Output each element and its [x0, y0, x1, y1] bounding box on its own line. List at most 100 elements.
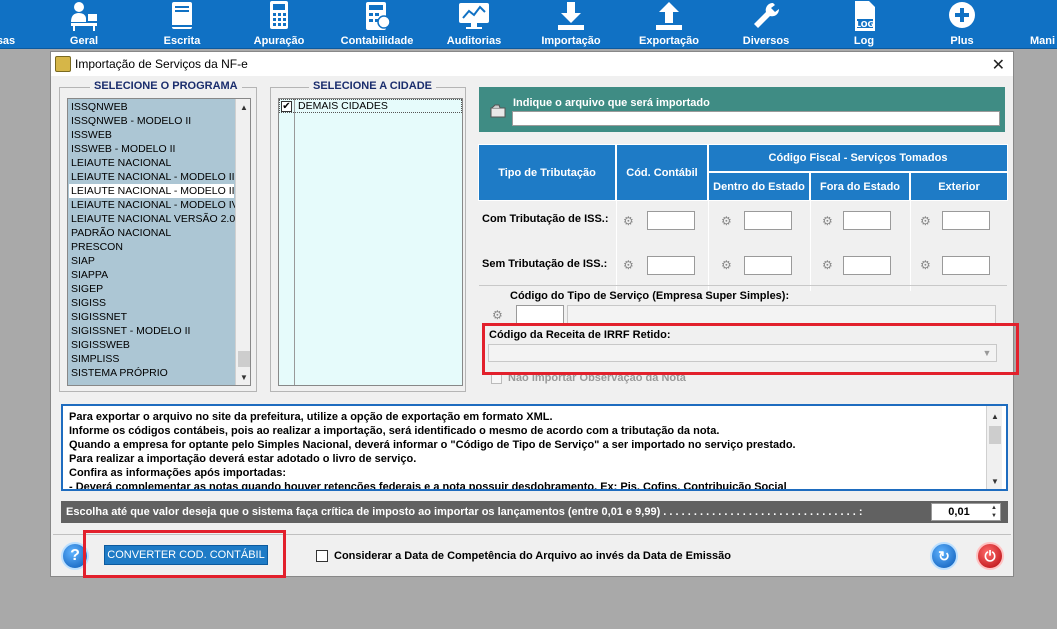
toolbar-item-diversos[interactable]: Diversos: [737, 0, 795, 49]
download-icon: [554, 0, 588, 32]
sem-fora-input[interactable]: [843, 256, 891, 275]
program-list-item[interactable]: LEIAUTE NACIONAL - MODELO III: [69, 184, 237, 198]
col-contabil: Cód. Contábil: [616, 144, 708, 201]
toolbar-item-geral[interactable]: Geral: [60, 0, 108, 49]
program-group-label: SELECIONE O PROGRAMA: [90, 80, 242, 92]
toolbar-item-partial-left[interactable]: sas: [0, 0, 20, 49]
toolbar-item-contabilidade[interactable]: Contabilidade: [338, 0, 416, 49]
program-list-item[interactable]: SIGISSNET - MODELO II: [69, 324, 234, 338]
program-list-item[interactable]: SISTEMA PRÓPRIO: [69, 366, 234, 380]
servico-code-input[interactable]: [516, 305, 564, 324]
lookup-icon[interactable]: ⚙: [920, 258, 936, 272]
program-list-item[interactable]: SIAPPA: [69, 268, 234, 282]
toolbar-item-auditorias[interactable]: Auditorias: [442, 0, 506, 49]
com-exterior-input[interactable]: [942, 211, 990, 230]
upload-icon: [652, 0, 686, 32]
toolbar-item-log[interactable]: LOG Log: [840, 0, 888, 49]
scroll-down-icon[interactable]: ▼: [987, 473, 1003, 489]
app-icon: [55, 56, 71, 72]
spinner-icon[interactable]: ▲ ▼: [988, 504, 1000, 520]
program-list-item[interactable]: PRESCON: [69, 240, 234, 254]
toolbar-item-exportacao[interactable]: Exportação: [634, 0, 704, 49]
lookup-icon[interactable]: ⚙: [920, 214, 936, 228]
scroll-thumb[interactable]: [989, 426, 1001, 444]
program-list-item[interactable]: LEIAUTE NACIONAL: [69, 156, 234, 170]
lookup-icon[interactable]: ⚙: [721, 214, 737, 228]
com-contabil-input[interactable]: [647, 211, 695, 230]
toolbar-item-apuracao[interactable]: Apuração: [250, 0, 308, 49]
city-item[interactable]: ✔ DEMAIS CIDADES: [279, 99, 462, 113]
lookup-icon[interactable]: ⚙: [822, 214, 838, 228]
scroll-up-icon[interactable]: ▲: [236, 99, 250, 115]
servico-desc-input: [567, 305, 996, 324]
toolbar-item-escrita[interactable]: Escrita: [158, 0, 206, 49]
accounting-calc-icon: [360, 0, 394, 32]
toolbar-item-importacao[interactable]: Importação: [536, 0, 606, 49]
toolbar-item-plus[interactable]: Plus: [938, 0, 986, 49]
main-toolbar: sas Geral Escrita Apuração Contabilidade…: [0, 0, 1057, 49]
program-list-item[interactable]: LEIAUTE NACIONAL - MODELO II: [69, 170, 235, 184]
program-list[interactable]: ISSQNWEB ISSQNWEB - MODELO II ISSWEB ISSWEB…: [67, 98, 251, 386]
program-list-item[interactable]: ISSWEB - MODELO II: [69, 142, 234, 156]
file-label: Indique o arquivo que será importado: [513, 97, 710, 109]
highlight-irrf: [482, 323, 1019, 375]
city-checkbox[interactable]: ✔: [281, 100, 292, 112]
city-list[interactable]: ✔ DEMAIS CIDADES: [278, 98, 463, 386]
lookup-icon[interactable]: ⚙: [822, 258, 838, 272]
lookup-icon[interactable]: ⚙: [721, 258, 737, 272]
program-list-item[interactable]: SIMPLISS: [69, 352, 234, 366]
program-list-item[interactable]: SIGISSWEB: [69, 338, 234, 352]
program-list-scrollbar[interactable]: ▲ ▼: [235, 99, 250, 385]
servico-label: Código do Tipo de Serviço (Empresa Super…: [510, 290, 790, 302]
scroll-thumb[interactable]: [238, 351, 250, 367]
sem-dentro-input[interactable]: [744, 256, 792, 275]
col-fora: Fora do Estado: [810, 172, 910, 201]
info-box: Para exportar o arquivo no site da prefe…: [61, 404, 1008, 491]
com-fora-input[interactable]: [843, 211, 891, 230]
folder-icon[interactable]: [490, 104, 506, 118]
close-icon[interactable]: ✕: [992, 55, 1005, 75]
sem-contabil-input[interactable]: [647, 256, 695, 275]
col-tributacao: Tipo de Tributação: [478, 144, 616, 201]
program-list-item[interactable]: LEIAUTE NACIONAL - MODELO IV: [69, 198, 239, 212]
monitor-chart-icon: [457, 0, 491, 32]
dialog-titlebar: Importação de Serviços da NF-e ✕: [51, 52, 1013, 76]
scroll-up-icon[interactable]: ▲: [987, 408, 1003, 424]
program-list-item[interactable]: ISSWEB: [69, 128, 234, 142]
wrench-icon: [749, 0, 783, 32]
com-dentro-input[interactable]: [744, 211, 792, 230]
program-list-item[interactable]: ISSQNWEB - MODELO II: [69, 114, 234, 128]
lookup-icon[interactable]: ⚙: [623, 258, 639, 272]
program-list-item[interactable]: LEIAUTE NACIONAL VERSÃO 2.0: [69, 212, 235, 226]
program-list-item[interactable]: SIAP: [69, 254, 234, 268]
sem-exterior-input[interactable]: [942, 256, 990, 275]
power-off-icon[interactable]: ⏻: [976, 542, 1004, 570]
info-line: Para realizar a importação deverá estar …: [69, 453, 417, 465]
program-list-item[interactable]: SIGISS: [69, 296, 234, 310]
info-scrollbar[interactable]: ▲ ▼: [986, 406, 1002, 489]
program-list-item[interactable]: ISSQNWEB: [69, 100, 234, 114]
import-run-icon[interactable]: ↻: [930, 542, 958, 570]
info-line: Informe os códigos contábeis, pois ao re…: [69, 425, 720, 437]
lookup-icon[interactable]: ⚙: [492, 308, 508, 322]
program-list-item[interactable]: SIGISSNET: [69, 310, 234, 324]
critica-bar: Escolha até que valor deseja que o siste…: [61, 501, 1008, 523]
competencia-checkbox[interactable]: [316, 550, 328, 562]
svg-text:LOG: LOG: [856, 20, 874, 29]
calculator-icon: [262, 0, 296, 32]
competencia-label: Considerar a Data de Competência do Arqu…: [334, 550, 731, 562]
highlight-converter: [83, 530, 286, 578]
file-input[interactable]: [512, 111, 1000, 126]
program-list-item[interactable]: PADRÃO NACIONAL: [69, 226, 234, 240]
book-icon: [165, 0, 199, 32]
info-line: Quando a empresa for optante pelo Simple…: [69, 439, 796, 451]
toolbar-item-partial-right[interactable]: Mani: [1030, 0, 1057, 49]
critica-label: Escolha até que valor deseja que o siste…: [66, 506, 863, 518]
scroll-down-icon[interactable]: ▼: [236, 369, 250, 385]
lookup-icon[interactable]: ⚙: [623, 214, 639, 228]
plus-circle-icon: [945, 0, 979, 32]
row-sem-label: Sem Tributação de ISS.:: [482, 258, 608, 270]
row-com-label: Com Tributação de ISS.:: [482, 213, 609, 225]
program-list-item[interactable]: SIGEP: [69, 282, 234, 296]
file-panel: Indique o arquivo que será importado: [479, 87, 1005, 132]
